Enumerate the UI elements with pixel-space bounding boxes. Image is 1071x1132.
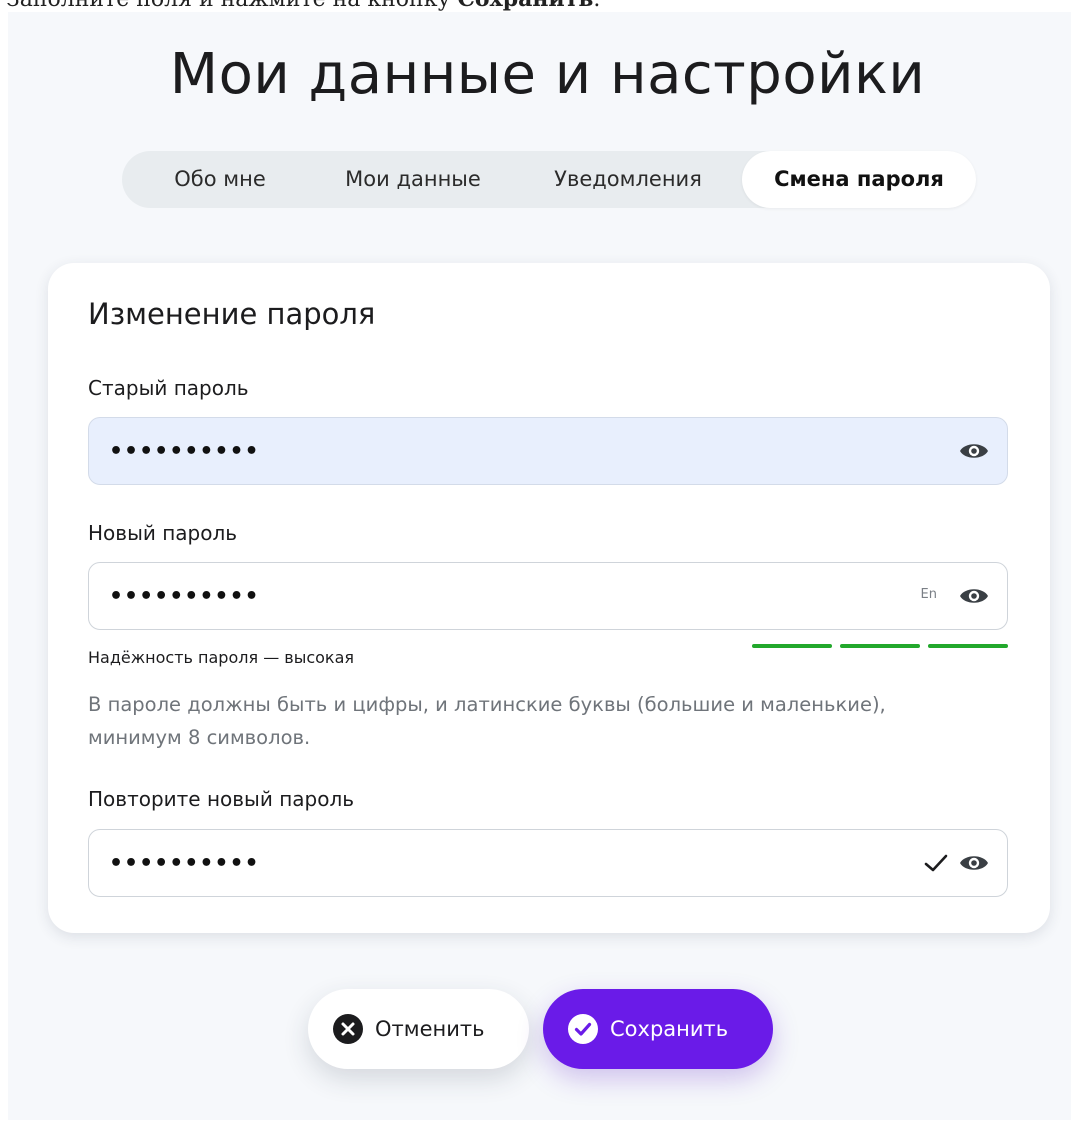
old-password-input[interactable]: [89, 418, 809, 484]
close-circle-icon: [333, 1014, 363, 1044]
tab-change-password[interactable]: Смена пароля: [742, 151, 976, 208]
instruction-button-name: Сохранить: [457, 0, 593, 12]
instruction-text: Заполните поля и нажмите на кнопку Сохра…: [6, 0, 600, 12]
strength-bar: [928, 644, 1008, 648]
new-password-field: En: [88, 562, 1008, 630]
password-strength-meter: [752, 644, 1008, 648]
save-button[interactable]: Сохранить: [543, 989, 773, 1069]
old-password-label: Старый пароль: [88, 376, 249, 400]
keyboard-layout-indicator: En: [920, 587, 937, 602]
check-circle-icon: [568, 1014, 598, 1044]
repeat-password-input[interactable]: [89, 830, 809, 896]
checkmark-icon: [923, 850, 949, 876]
tab-about-me[interactable]: Обо мне: [130, 151, 310, 208]
strength-bar: [840, 644, 920, 648]
repeat-password-field: [88, 829, 1008, 897]
instruction-suffix: .: [593, 0, 600, 12]
settings-tabs: Обо мне Мои данные Уведомления Смена пар…: [122, 151, 976, 208]
save-button-label: Сохранить: [610, 1017, 729, 1041]
cancel-button[interactable]: Отменить: [308, 989, 529, 1069]
password-strength-text: Надёжность пароля — высокая: [88, 648, 355, 667]
repeat-password-label: Повторите новый пароль: [88, 787, 355, 811]
tab-notifications[interactable]: Уведомления: [516, 151, 740, 208]
settings-panel: Мои данные и настройки Обо мне Мои данны…: [8, 12, 1071, 1120]
new-password-label: Новый пароль: [88, 521, 238, 545]
cancel-button-label: Отменить: [375, 1017, 485, 1041]
card-title: Изменение пароля: [88, 297, 376, 331]
tab-my-data[interactable]: Мои данные: [310, 151, 516, 208]
instruction-prefix: Заполните поля и нажмите на кнопку: [6, 0, 457, 12]
eye-icon[interactable]: [959, 438, 989, 464]
eye-icon[interactable]: [959, 583, 989, 609]
eye-icon[interactable]: [959, 850, 989, 876]
new-password-input[interactable]: [89, 563, 809, 629]
old-password-field: [88, 417, 1008, 485]
strength-bar: [752, 644, 832, 648]
password-change-card: Изменение пароля Старый пароль Новый пар…: [48, 263, 1050, 933]
password-requirements-hint: В пароле должны быть и цифры, и латински…: [88, 693, 886, 749]
page-title: Мои данные и настройки: [169, 42, 926, 107]
